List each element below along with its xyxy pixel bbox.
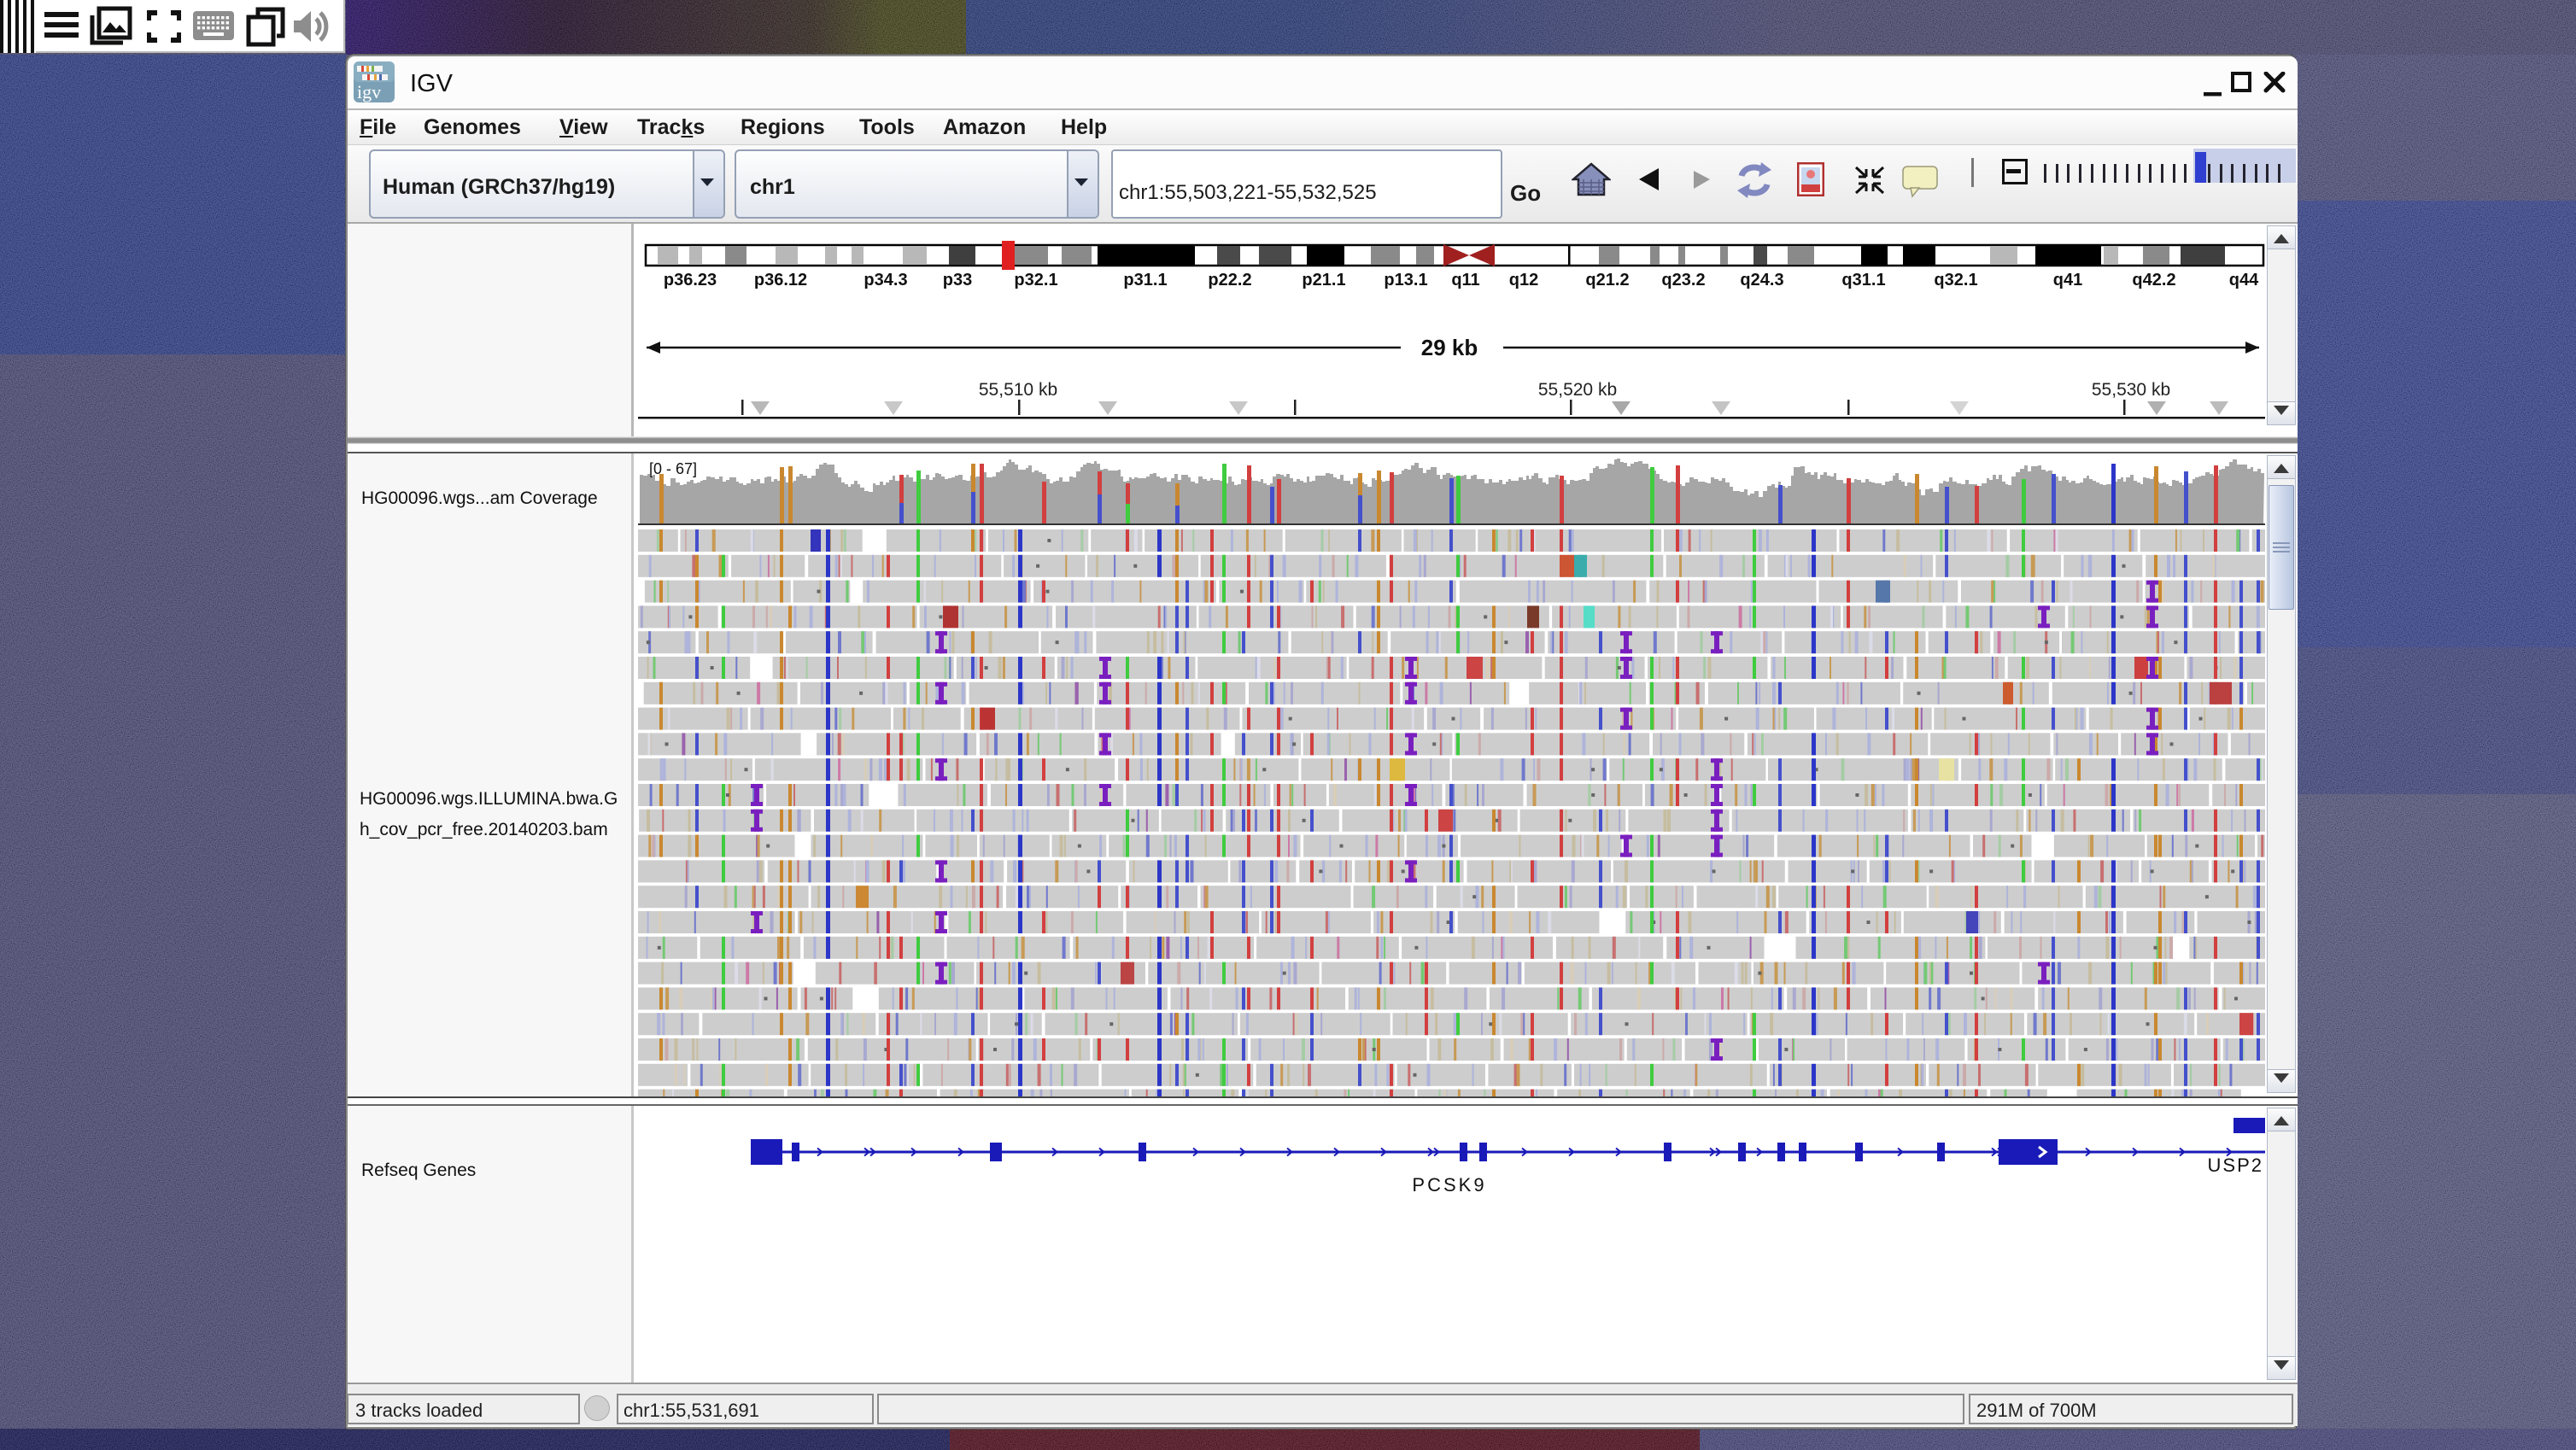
svg-text:p22.2: p22.2 bbox=[1208, 271, 1251, 289]
svg-text:q11: q11 bbox=[1451, 271, 1479, 289]
svg-text:p36.23: p36.23 bbox=[664, 271, 717, 289]
svg-text:q24.3: q24.3 bbox=[1740, 271, 1783, 289]
svg-text:PCSK9: PCSK9 bbox=[1412, 1174, 1486, 1196]
svg-text:p21.1: p21.1 bbox=[1302, 271, 1345, 289]
svg-text:p32.1: p32.1 bbox=[1014, 271, 1057, 289]
svg-text:USP2: USP2 bbox=[2208, 1155, 2263, 1176]
svg-text:q42.2: q42.2 bbox=[2132, 271, 2175, 289]
svg-text:55,530 kb: 55,530 kb bbox=[2092, 380, 2170, 400]
svg-text:p36.12: p36.12 bbox=[754, 271, 807, 289]
svg-text:q12: q12 bbox=[1509, 271, 1538, 289]
svg-text:55,520 kb: 55,520 kb bbox=[1538, 380, 1617, 400]
svg-text:q44: q44 bbox=[2229, 271, 2259, 289]
svg-text:p33: p33 bbox=[943, 271, 972, 289]
svg-text:q21.2: q21.2 bbox=[1585, 271, 1629, 289]
svg-text:q31.1: q31.1 bbox=[1841, 271, 1885, 289]
svg-text:55,510 kb: 55,510 kb bbox=[979, 380, 1057, 400]
svg-text:q32.1: q32.1 bbox=[1934, 271, 1977, 289]
svg-text:q23.2: q23.2 bbox=[1661, 271, 1705, 289]
svg-text:29 kb: 29 kb bbox=[1421, 335, 1478, 360]
svg-text:p31.1: p31.1 bbox=[1123, 271, 1167, 289]
svg-text:p13.1: p13.1 bbox=[1384, 271, 1427, 289]
svg-text:igv: igv bbox=[357, 81, 381, 102]
svg-text:q41: q41 bbox=[2053, 271, 2082, 289]
svg-text:p34.3: p34.3 bbox=[864, 271, 907, 289]
svg-text:[0 - 67]: [0 - 67] bbox=[649, 460, 697, 477]
